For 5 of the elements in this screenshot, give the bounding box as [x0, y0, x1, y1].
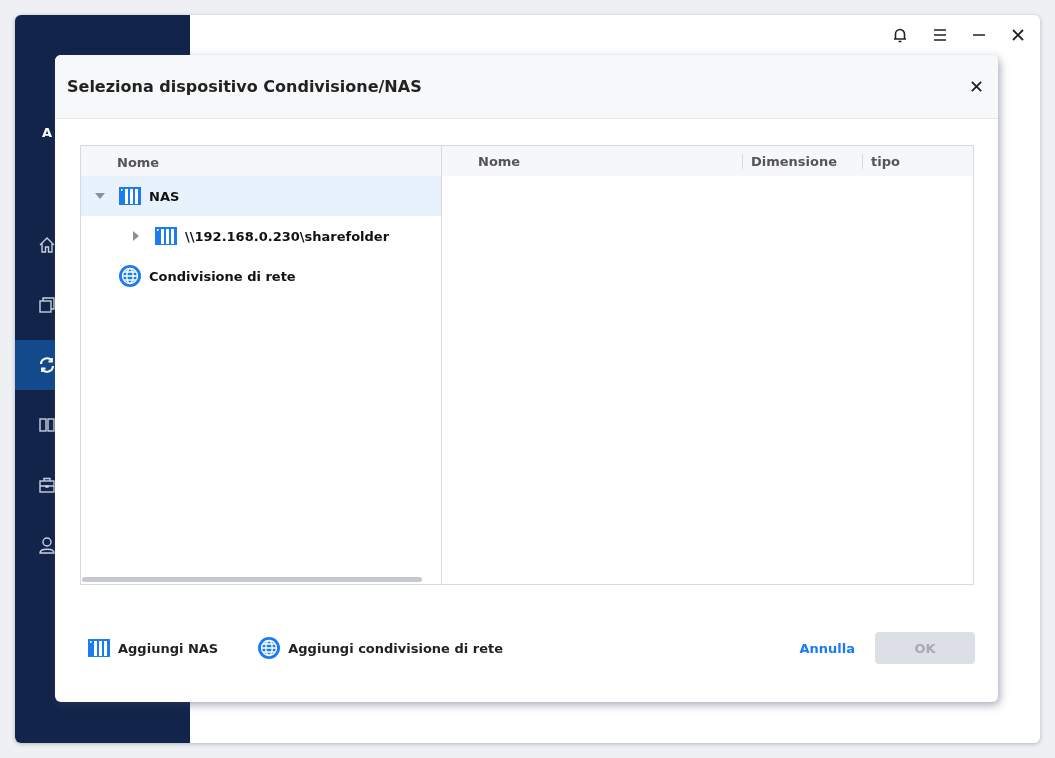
dialog-title: Seleziona dispositivo Condivisione/NAS: [67, 77, 422, 96]
tree-label: NAS: [149, 188, 180, 204]
logo-text: A: [42, 125, 54, 142]
tree-label: Condivisione di rete: [149, 268, 296, 284]
tree-label: \\192.168.0.230\sharefolder: [185, 228, 390, 244]
